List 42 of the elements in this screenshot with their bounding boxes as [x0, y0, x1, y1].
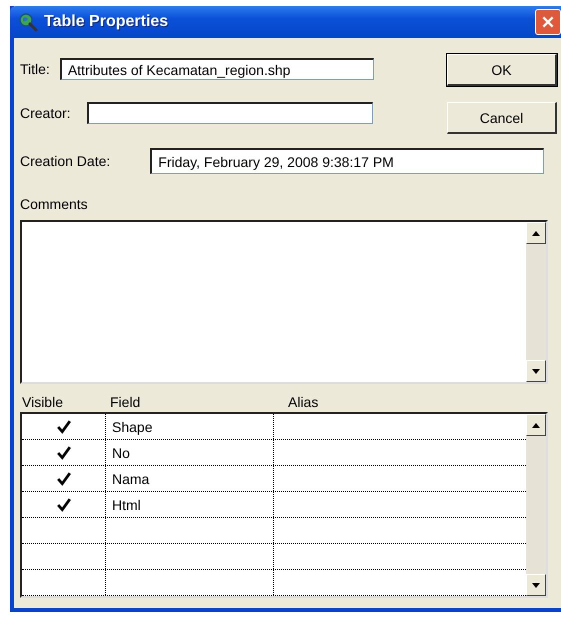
scrollbar[interactable] [526, 414, 546, 596]
table-row[interactable]: Shape [22, 414, 526, 440]
table-row[interactable] [22, 518, 526, 544]
window-title: Table Properties [44, 13, 170, 31]
scroll-up-button[interactable] [526, 414, 546, 436]
magnifier-globe-icon [18, 12, 38, 32]
field-name: Nama [112, 470, 150, 486]
checkmark-icon[interactable] [56, 472, 70, 486]
scroll-up-button[interactable] [526, 222, 546, 244]
title-label: Title: [20, 61, 50, 77]
down-triangle-icon [532, 368, 540, 374]
cancel-button[interactable]: Cancel [447, 102, 557, 134]
up-triangle-icon [532, 422, 540, 428]
checkmark-icon[interactable] [56, 420, 70, 434]
table-row[interactable]: Html [22, 492, 526, 518]
close-icon [541, 15, 555, 29]
table-row[interactable]: Nama [22, 466, 526, 492]
table-row[interactable]: No [22, 440, 526, 466]
table-row[interactable] [22, 544, 526, 570]
creator-field[interactable] [86, 102, 373, 124]
column-header: Alias [288, 394, 318, 410]
comments-label: Comments [20, 196, 89, 212]
comments-field[interactable] [20, 220, 548, 384]
down-triangle-icon [532, 582, 540, 588]
column-header: Field [109, 394, 142, 410]
field-name: Shape [112, 418, 152, 434]
field-name: No [112, 444, 130, 460]
ok-button[interactable]: OK [447, 54, 557, 86]
creator-label: Creator: [20, 105, 71, 121]
close-button[interactable] [535, 9, 561, 35]
scroll-down-button[interactable] [526, 574, 546, 596]
creation-date-field[interactable]: Friday, February 29, 2008 9:38:17 PM [150, 148, 544, 174]
table-row[interactable] [22, 570, 526, 596]
scrollbar[interactable] [526, 222, 546, 382]
checkmark-icon[interactable] [56, 498, 70, 512]
field-name: Html [112, 496, 141, 512]
checkmark-icon[interactable] [56, 446, 70, 460]
creation-date-label: Creation Date: [20, 153, 110, 169]
title-field[interactable]: Attributes of Kecamatan_region.shp [60, 58, 374, 80]
scroll-down-button[interactable] [526, 360, 546, 382]
column-header: Visible [21, 394, 64, 410]
up-triangle-icon [532, 230, 540, 236]
